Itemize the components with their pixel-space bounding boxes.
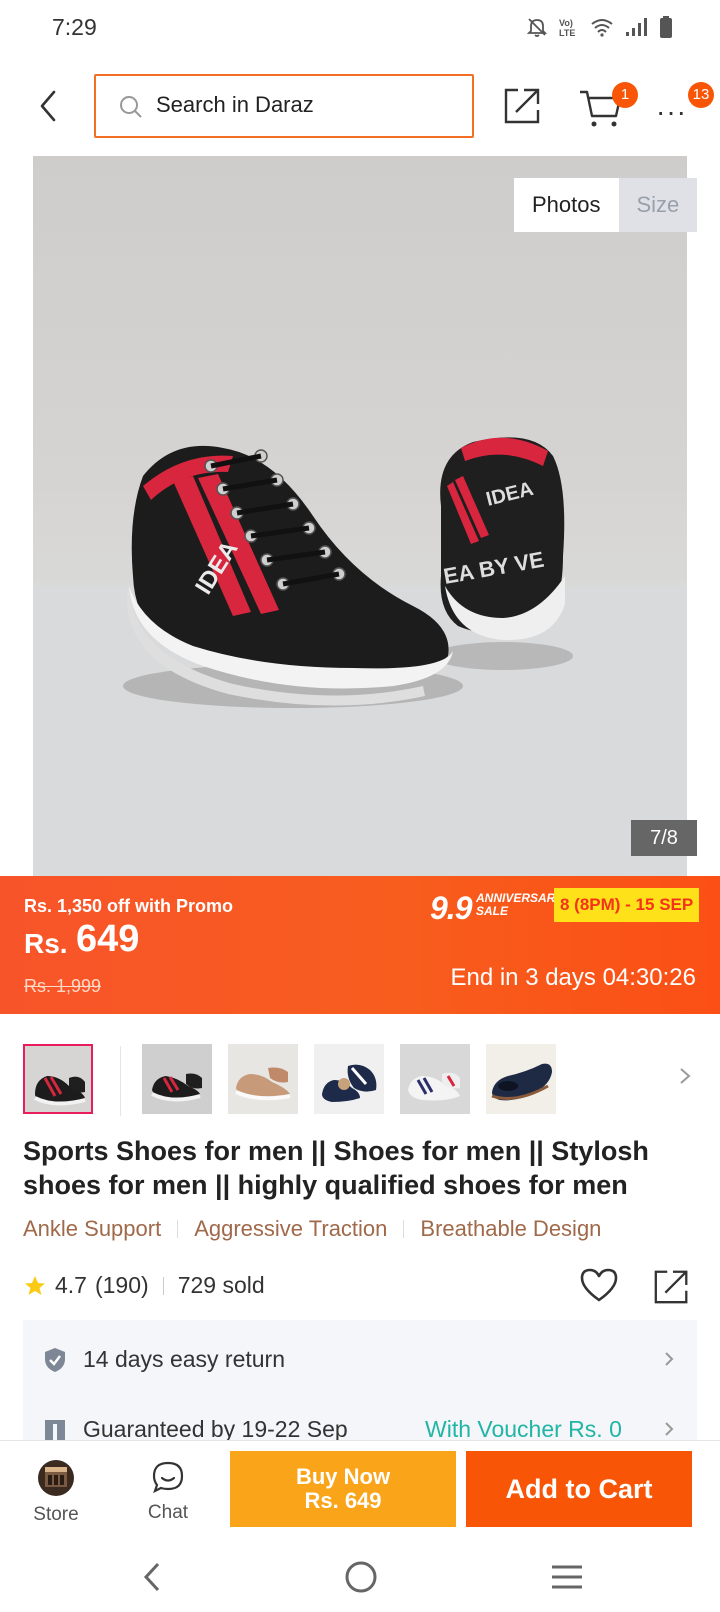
thumbnail-shoe-image (228, 1044, 298, 1114)
price-currency: Rs. (24, 928, 68, 959)
tag-ankle-support: Ankle Support (23, 1216, 162, 1241)
heart-icon (580, 1268, 618, 1302)
store-button[interactable]: Store (20, 1459, 92, 1526)
product-gallery: IDEA EA BY VE IDEA Photos Size 7/8 (0, 156, 720, 876)
buy-now-label: Buy Now (295, 1464, 391, 1489)
svg-text:LTE: LTE (559, 28, 575, 38)
buy-now-button[interactable]: Buy Now Rs. 649 (230, 1451, 456, 1527)
current-price: 649 (76, 918, 140, 960)
home-nav-icon[interactable] (344, 1560, 378, 1594)
menu-nav-icon[interactable] (550, 1562, 584, 1592)
search-icon (120, 96, 142, 118)
review-count: (190) (94, 1272, 149, 1298)
return-policy-arrow[interactable] (663, 1350, 675, 1373)
thumbnail-divider (120, 1046, 121, 1116)
more-dots-icon: ··· (656, 96, 687, 127)
search-placeholder: Search in Daraz (156, 92, 314, 117)
top-header: Search in Daraz 1 ··· 13 (0, 60, 720, 156)
thumbnails-next-button[interactable] (678, 1066, 692, 1091)
chevron-right-icon (665, 1352, 674, 1366)
chat-button[interactable]: Chat (130, 1459, 206, 1524)
chevron-right-icon (665, 1422, 674, 1436)
cart-count-badge: 1 (612, 82, 638, 108)
return-policy-row[interactable]: 14 days easy return (43, 1346, 285, 1373)
buy-now-price: Rs. 649 (304, 1488, 382, 1513)
shield-check-icon (45, 1347, 65, 1372)
voucher-label[interactable]: With Voucher Rs. 0 (425, 1416, 622, 1440)
signal-icon (626, 18, 647, 36)
promo-discount-text: Rs. 1,350 off with Promo (24, 896, 234, 916)
bottom-action-bar: Store Chat Buy Now Rs. 649 Add to Cart (0, 1440, 720, 1541)
product-tags: Ankle Support Aggressive Traction Breath… (23, 1216, 601, 1242)
share-icon (504, 88, 540, 124)
thumbnail-3[interactable] (228, 1044, 298, 1114)
store-avatar-icon (38, 1460, 74, 1496)
share-icon (654, 1270, 688, 1304)
thumbnail-shoe-image (314, 1044, 384, 1114)
thumbnail-strip (0, 1014, 720, 1124)
chat-icon (152, 1461, 184, 1494)
promo-banner: Rs. 1,350 off with Promo Rs. 649 Rs. 1,9… (0, 876, 720, 1014)
sale-countdown: End in 3 days 04:30:26 (450, 964, 696, 991)
delivery-arrow[interactable] (663, 1420, 675, 1440)
thumbnail-1[interactable] (23, 1044, 93, 1114)
wifi-icon (591, 19, 613, 37)
product-share-button[interactable] (652, 1266, 692, 1311)
share-button[interactable] (502, 84, 544, 126)
sale-word: ANNIVERSARY SALE (476, 891, 563, 918)
star-icon (25, 1275, 45, 1295)
store-label: Store (33, 1504, 79, 1525)
tab-size[interactable]: Size (618, 178, 698, 232)
rating-separator (162, 1276, 164, 1295)
tag-aggressive-traction: Aggressive Traction (194, 1216, 388, 1241)
sale-dates-badge: 8 (8PM) - 15 SEP (554, 888, 700, 922)
tag-breathable-design: Breathable Design (420, 1216, 602, 1241)
rating-row[interactable]: 4.7 (190) 729 sold (23, 1272, 265, 1299)
sale-number: 9.9 (430, 890, 472, 926)
more-count-badge: 13 (688, 82, 714, 108)
gallery-tabs: Photos Size (514, 178, 698, 232)
image-counter: 7/8 (631, 820, 697, 856)
return-policy-label: 14 days easy return (83, 1346, 286, 1372)
battery-icon (660, 16, 672, 38)
chat-label: Chat (147, 1502, 189, 1523)
status-icons: Vo) LTE (526, 16, 672, 38)
status-bar: 7:29 Vo) LTE (0, 0, 720, 60)
thumbnail-4[interactable] (314, 1044, 384, 1114)
tag-separator (403, 1220, 405, 1238)
thumbnail-5[interactable] (400, 1044, 470, 1114)
delivery-label: Guaranteed by 19-22 Sep (83, 1416, 348, 1440)
rating-value: 4.7 (55, 1272, 87, 1298)
search-input[interactable]: Search in Daraz (94, 74, 474, 138)
more-button[interactable]: ··· (656, 96, 687, 128)
front-shoe: IDEA (123, 445, 463, 708)
thumbnail-2[interactable] (142, 1044, 212, 1114)
system-nav-bar (0, 1540, 720, 1612)
back-nav-icon[interactable] (140, 1560, 164, 1594)
wishlist-button[interactable] (578, 1266, 620, 1309)
sold-count: 729 sold (177, 1272, 265, 1298)
add-to-cart-button[interactable]: Add to Cart (466, 1451, 692, 1527)
status-time: 7:29 (52, 14, 97, 40)
chevron-right-icon (680, 1068, 691, 1084)
thumbnail-shoe-image (486, 1044, 556, 1114)
product-title: Sports Shoes for men || Shoes for men ||… (23, 1136, 649, 1200)
svg-text:Vo): Vo) (559, 18, 573, 28)
tag-separator (177, 1220, 179, 1238)
tab-photos[interactable]: Photos (514, 178, 619, 232)
back-button[interactable] (28, 84, 72, 128)
volte-icon: Vo)LTE (559, 18, 575, 38)
thumbnail-shoe-image (25, 1046, 91, 1112)
product-photo[interactable]: IDEA EA BY VE IDEA (33, 156, 687, 876)
thumbnail-shoe-image (400, 1044, 470, 1114)
thumbnail-shoe-image (142, 1044, 212, 1114)
mute-icon (526, 18, 548, 37)
thumbnail-6[interactable] (486, 1044, 556, 1114)
delivery-row[interactable]: Guaranteed by 19-22 Sep (43, 1416, 348, 1440)
delivery-box-icon (45, 1419, 65, 1440)
original-price: Rs. 1,999 (24, 976, 102, 996)
chevron-left-icon (40, 90, 56, 122)
shoe-photo-illustration: IDEA EA BY VE IDEA (33, 437, 687, 876)
service-info-card: 14 days easy return Guaranteed by 19-22 … (23, 1320, 697, 1440)
